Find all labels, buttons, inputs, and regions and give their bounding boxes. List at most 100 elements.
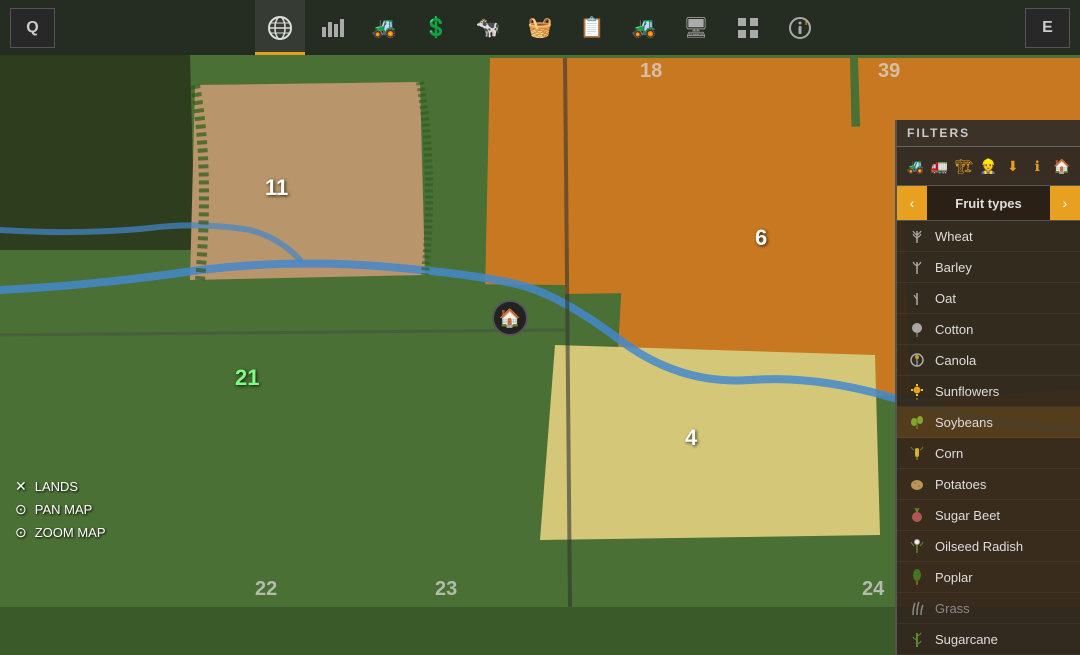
crop-item-poplar[interactable]: Poplar (897, 562, 1080, 593)
filter-worker-icon: 👷 (980, 158, 997, 175)
crop-item-oilseed-radish[interactable]: Oilseed Radish (897, 531, 1080, 562)
crop-item-grass[interactable]: Grass (897, 593, 1080, 624)
hired-icon: 🚜 (632, 15, 657, 40)
tab-money[interactable]: 💲 (411, 0, 461, 55)
tab-missions[interactable]: 📋 (567, 0, 617, 55)
crop-name-cotton: Cotton (935, 322, 973, 337)
crop-list: Wheat Barley Oat Cotton Canola Sunflowers Soyb… (897, 221, 1080, 655)
legend-zoom-icon: ⊙ (15, 524, 27, 541)
info-icon: i (787, 15, 813, 41)
crop-name-potatoes: Potatoes (935, 477, 986, 492)
crop-name-canola: Canola (935, 353, 976, 368)
crop-icon-corn (907, 443, 927, 463)
fruit-types-next[interactable]: › (1050, 186, 1080, 220)
crop-item-sunflowers[interactable]: Sunflowers (897, 376, 1080, 407)
crop-icon-wheat (907, 226, 927, 246)
fruit-types-label: Fruit types (927, 196, 1050, 211)
filter-home-btn[interactable]: 🏠 (1052, 153, 1072, 179)
crop-icon-soybeans (907, 412, 927, 432)
filter-harvester-btn[interactable]: 🚛 (929, 153, 949, 179)
stats-icon (319, 15, 345, 41)
crop-item-potatoes[interactable]: Potatoes (897, 469, 1080, 500)
crop-name-barley: Barley (935, 260, 972, 275)
tab-hired[interactable]: 🚜 (619, 0, 669, 55)
crop-item-cotton[interactable]: Cotton (897, 314, 1080, 345)
filter-tractor-icon: 🚜 (906, 158, 923, 175)
crop-name-wheat: Wheat (935, 229, 973, 244)
legend-zoom-label: ZOOM MAP (35, 525, 106, 540)
crop-item-barley[interactable]: Barley (897, 252, 1080, 283)
crop-icon-grass (907, 598, 927, 618)
legend-pan-icon: ⊙ (15, 501, 27, 518)
tractor-icon: 🚜 (372, 15, 397, 40)
top-nav: Q 🚜 💲 (0, 0, 1080, 55)
crop-item-sugarcane[interactable]: Sugarcane (897, 624, 1080, 655)
home-icon: 🏠 (499, 308, 521, 329)
filter-info-btn[interactable]: ℹ (1027, 153, 1047, 179)
legend-pan-map: ⊙ PAN MAP (15, 501, 106, 518)
crop-icon-canola (907, 350, 927, 370)
crop-icon-barley (907, 257, 927, 277)
tab-map[interactable] (255, 0, 305, 55)
crop-icon-oilseed-radish (907, 536, 927, 556)
filter-truck-btn[interactable]: 🏗 (954, 153, 974, 179)
crop-icon-oat (907, 288, 927, 308)
legend-lands-icon: ✕ (15, 478, 27, 495)
crop-name-sugar-beet: Sugar Beet (935, 508, 1000, 523)
crop-item-oat[interactable]: Oat (897, 283, 1080, 314)
money-icon: 💲 (424, 15, 449, 40)
crop-name-sunflowers: Sunflowers (935, 384, 999, 399)
filter-worker-btn[interactable]: 👷 (978, 153, 998, 179)
grid-icon (736, 16, 760, 40)
globe-icon (266, 14, 294, 42)
tab-grid[interactable] (723, 0, 773, 55)
crop-item-corn[interactable]: Corn (897, 438, 1080, 469)
filter-home-icon: 🏠 (1053, 158, 1070, 175)
crop-icon-poplar (907, 567, 927, 587)
legend: ✕ LANDS ⊙ PAN MAP ⊙ ZOOM MAP (15, 478, 106, 547)
fruit-types-row: ‹ Fruit types › (897, 186, 1080, 221)
crop-name-grass: Grass (935, 601, 970, 616)
tab-monitor[interactable]: 🖥 (671, 0, 721, 55)
home-marker[interactable]: 🏠 (492, 300, 528, 336)
monitor-icon: 🖥 (683, 15, 708, 40)
filters-panel: FILTERS 🚜 🚛 🏗 👷 ⬇ ℹ 🏠 ‹ Fruit types › Wh… (895, 120, 1080, 655)
fruit-types-prev[interactable]: ‹ (897, 186, 927, 220)
tab-storage[interactable]: 🧺 (515, 0, 565, 55)
crop-item-wheat[interactable]: Wheat (897, 221, 1080, 252)
crop-icon-sugarcane (907, 629, 927, 649)
q-button[interactable]: Q (10, 8, 55, 48)
filter-download-icon: ⬇ (1007, 158, 1019, 175)
crop-item-sugar-beet[interactable]: Sugar Beet (897, 500, 1080, 531)
crop-name-corn: Corn (935, 446, 963, 461)
filter-info-icon: ℹ (1035, 158, 1040, 175)
crop-item-soybeans[interactable]: Soybeans (897, 407, 1080, 438)
storage-icon: 🧺 (528, 15, 553, 40)
legend-lands: ✕ LANDS (15, 478, 106, 495)
tab-animals[interactable]: 🐄 (463, 0, 513, 55)
crop-item-canola[interactable]: Canola (897, 345, 1080, 376)
legend-pan-label: PAN MAP (35, 502, 93, 517)
missions-icon: 📋 (580, 15, 605, 40)
crop-name-sugarcane: Sugarcane (935, 632, 998, 647)
crop-name-oilseed-radish: Oilseed Radish (935, 539, 1023, 554)
crop-name-soybeans: Soybeans (935, 415, 993, 430)
tab-tractor[interactable]: 🚜 (359, 0, 409, 55)
filter-truck-icon: 🏗 (955, 158, 973, 175)
crop-icon-sunflowers (907, 381, 927, 401)
legend-lands-label: LANDS (35, 479, 78, 494)
filter-tractor-btn[interactable]: 🚜 (905, 153, 925, 179)
svg-text:i: i (805, 18, 807, 27)
e-button[interactable]: E (1025, 8, 1070, 48)
tab-info[interactable]: i (775, 0, 825, 55)
animals-icon: 🐄 (476, 15, 501, 40)
filter-harvester-icon: 🚛 (931, 158, 948, 175)
filter-download-btn[interactable]: ⬇ (1003, 153, 1023, 179)
crop-icon-potatoes (907, 474, 927, 494)
filter-icons-row: 🚜 🚛 🏗 👷 ⬇ ℹ 🏠 (897, 147, 1080, 186)
legend-zoom-map: ⊙ ZOOM MAP (15, 524, 106, 541)
crop-name-poplar: Poplar (935, 570, 973, 585)
crop-icon-sugar-beet (907, 505, 927, 525)
crop-name-oat: Oat (935, 291, 956, 306)
tab-stats[interactable] (307, 0, 357, 55)
